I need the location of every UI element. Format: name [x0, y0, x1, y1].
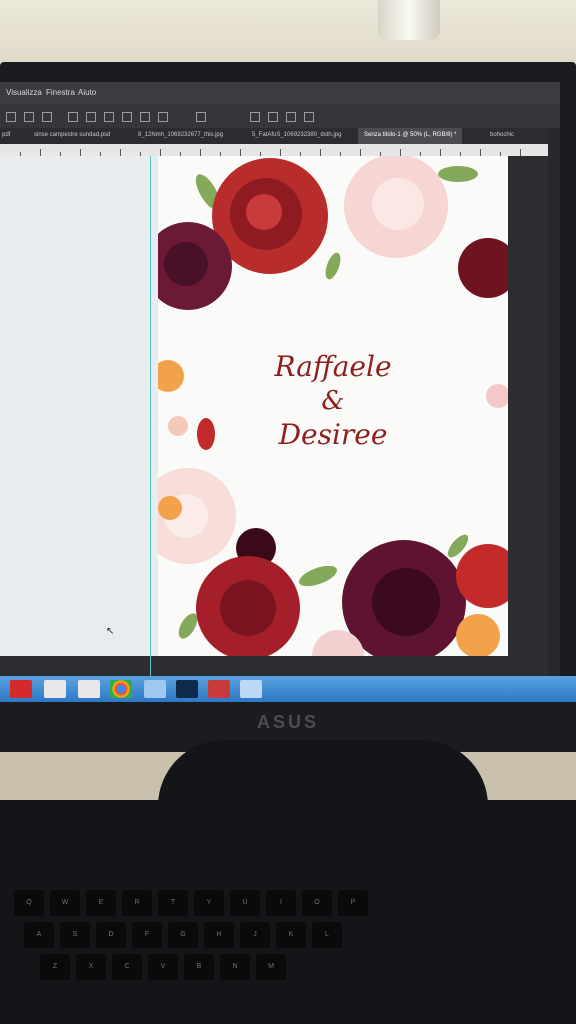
key-l[interactable]: L: [312, 922, 342, 948]
key-g[interactable]: G: [168, 922, 198, 948]
right-panel: [548, 128, 560, 702]
menu-item-visualizza[interactable]: Visualizza: [6, 88, 42, 97]
key-d[interactable]: D: [96, 922, 126, 948]
key-q[interactable]: Q: [14, 890, 44, 916]
menu-bar: Visualizza Finestra Aiuto: [0, 82, 560, 104]
key-u[interactable]: U: [230, 890, 260, 916]
tab-12nmh-jpg[interactable]: 8_12Nmh_1069232677_this.jpg: [138, 132, 223, 138]
key-o[interactable]: O: [302, 890, 332, 916]
acrobat-icon[interactable]: [10, 680, 32, 698]
key-j[interactable]: J: [240, 922, 270, 948]
key-p[interactable]: P: [338, 890, 368, 916]
key-x[interactable]: X: [76, 954, 106, 980]
key-i[interactable]: I: [266, 890, 296, 916]
options-bar: [0, 104, 560, 128]
distribute-icon[interactable]: [196, 112, 206, 122]
key-a[interactable]: A: [24, 922, 54, 948]
app-icon[interactable]: [240, 680, 262, 698]
key-f[interactable]: F: [132, 922, 162, 948]
align-icon[interactable]: [104, 112, 114, 122]
key-r[interactable]: R: [122, 890, 152, 916]
couple-names: Raffaele & Desiree: [158, 350, 508, 452]
key-t[interactable]: T: [158, 890, 188, 916]
key-n[interactable]: N: [220, 954, 250, 980]
spreadsheet-icon[interactable]: [78, 680, 100, 698]
media-icon[interactable]: [208, 680, 230, 698]
tab-pdf[interactable]: pdf: [2, 132, 10, 138]
name-desiree: Desiree: [278, 418, 388, 451]
key-b[interactable]: B: [184, 954, 214, 980]
3d-mode-icon[interactable]: [286, 112, 296, 122]
key-z[interactable]: Z: [40, 954, 70, 980]
tab-bohochic[interactable]: bohochic: [490, 132, 514, 138]
document-icon[interactable]: [44, 680, 66, 698]
key-m[interactable]: M: [256, 954, 286, 980]
menu-item-finestra[interactable]: Finestra: [46, 88, 75, 97]
cup: [378, 0, 440, 40]
key-c[interactable]: C: [112, 954, 142, 980]
align-icon[interactable]: [140, 112, 150, 122]
menu-item-aiuto[interactable]: Aiuto: [78, 88, 96, 97]
tab-senza-titolo[interactable]: Senza titolo-1 @ 50% (L, RGB/8) *: [358, 128, 463, 144]
document-canvas[interactable]: Raffaele & Desiree: [158, 156, 508, 656]
keyboard: Q W E R T Y U I O P A S D F G H J K L Z …: [0, 800, 576, 1024]
option-icon[interactable]: [24, 112, 34, 122]
align-icon[interactable]: [158, 112, 168, 122]
horizontal-ruler: [0, 144, 548, 156]
monitor-stand: [158, 740, 488, 806]
ampersand: &: [321, 386, 345, 416]
document-tab-bar: pdf sinse campestre sundad.psd 8_12Nmh_1…: [0, 128, 548, 144]
key-e[interactable]: E: [86, 890, 116, 916]
tab-sinse-campestre[interactable]: sinse campestre sundad.psd: [34, 132, 110, 138]
photoshop-icon[interactable]: [176, 680, 198, 698]
3d-mode-icon[interactable]: [250, 112, 260, 122]
key-v[interactable]: V: [148, 954, 178, 980]
key-w[interactable]: W: [50, 890, 80, 916]
option-icon[interactable]: [42, 112, 52, 122]
monitor-screen: Visualizza Finestra Aiuto pdf sinse camp…: [0, 82, 560, 702]
pasteboard: [0, 156, 158, 656]
key-h[interactable]: H: [204, 922, 234, 948]
canvas-area[interactable]: Raffaele & Desiree ↖: [0, 156, 548, 676]
tab-fatafus-jpg[interactable]: 5_FatAfuS_1069232380_dsth.jpg: [252, 132, 341, 138]
key-k[interactable]: K: [276, 922, 306, 948]
monitor-brand-logo: ASUS: [256, 712, 319, 732]
align-icon[interactable]: [86, 112, 96, 122]
option-icon[interactable]: [6, 112, 16, 122]
3d-mode-icon[interactable]: [304, 112, 314, 122]
key-s[interactable]: S: [60, 922, 90, 948]
chrome-icon[interactable]: [110, 680, 132, 698]
name-raffaele: Raffaele: [274, 350, 392, 383]
windows-taskbar: [0, 676, 576, 702]
align-icon[interactable]: [122, 112, 132, 122]
3d-mode-icon[interactable]: [268, 112, 278, 122]
guide-line[interactable]: [150, 156, 151, 676]
align-icon[interactable]: [68, 112, 78, 122]
explorer-icon[interactable]: [144, 680, 166, 698]
mouse-cursor-icon: ↖: [106, 626, 115, 637]
key-y[interactable]: Y: [194, 890, 224, 916]
